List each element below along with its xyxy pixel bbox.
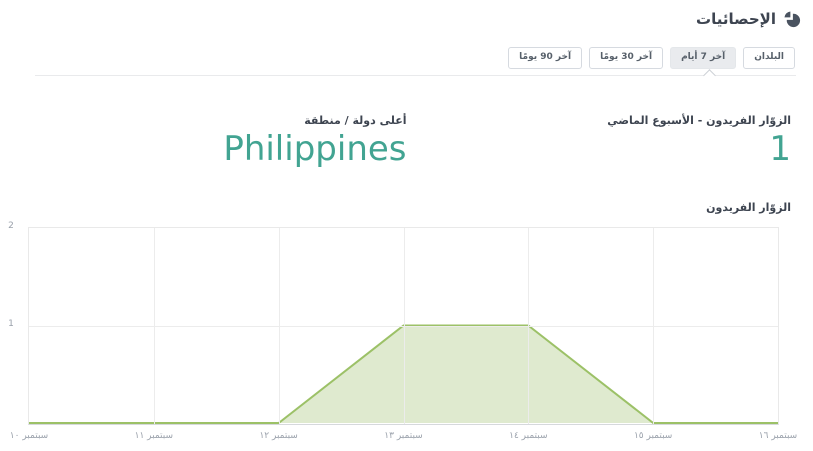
statistics-page: الإحصائيات البلدان آخر 7 أيام آخر 30 يومًا… (0, 0, 813, 451)
stat-label: الزوّار الفريدون - الأسبوع الماضي (607, 114, 791, 127)
countries-button[interactable]: البلدان (743, 47, 795, 69)
x-tick-label: سبتمبر ١٢ (259, 431, 298, 441)
last-30-days-button[interactable]: آخر 30 يومًا (589, 47, 664, 69)
toolbar-divider (35, 68, 796, 82)
y-tick-label: 2 (8, 221, 14, 231)
selected-tab-caret (703, 68, 716, 82)
time-range-toolbar: البلدان آخر 7 أيام آخر 30 يومًا آخر 90 يومً… (508, 47, 795, 69)
x-tick-label: سبتمبر ١٤ (509, 431, 548, 441)
unique-visitors-area-chart (28, 227, 779, 425)
x-tick-label: سبتمبر ١٠ (9, 431, 49, 441)
horizontal-gridline (29, 325, 778, 327)
stat-value: 1 (769, 129, 791, 169)
last-7-days-button[interactable]: آخر 7 أيام (670, 47, 737, 69)
stats-row: الزوّار الفريدون - الأسبوع الماضي 1 أعلى… (0, 114, 813, 168)
stat-unique-visitors: الزوّار الفريدون - الأسبوع الماضي 1 (407, 114, 791, 169)
x-tick-label: سبتمبر ١١ (134, 431, 174, 441)
stat-value: Philippines (223, 129, 407, 169)
page-title: الإحصائيات (696, 10, 776, 28)
chart-title: الزوّار الفريدون (706, 201, 791, 214)
x-tick-label: سبتمبر ١٦ (758, 431, 798, 441)
x-tick-label: سبتمبر ١٣ (384, 431, 423, 441)
last-90-days-button[interactable]: آخر 90 يومًا (508, 47, 583, 69)
x-axis-labels: سبتمبر ١٠ سبتمبر ١١ سبتمبر ١٢ سبتمبر ١٣ سبتم… (10, 431, 797, 445)
page-header: الإحصائيات (696, 10, 801, 28)
pie-chart-icon (783, 10, 801, 28)
stat-label: أعلى دولة / منطقة (304, 114, 407, 127)
y-tick-label: 1 (8, 318, 14, 329)
x-tick-label: سبتمبر ١٥ (633, 431, 673, 441)
stat-top-country: أعلى دولة / منطقة Philippines (22, 114, 407, 169)
